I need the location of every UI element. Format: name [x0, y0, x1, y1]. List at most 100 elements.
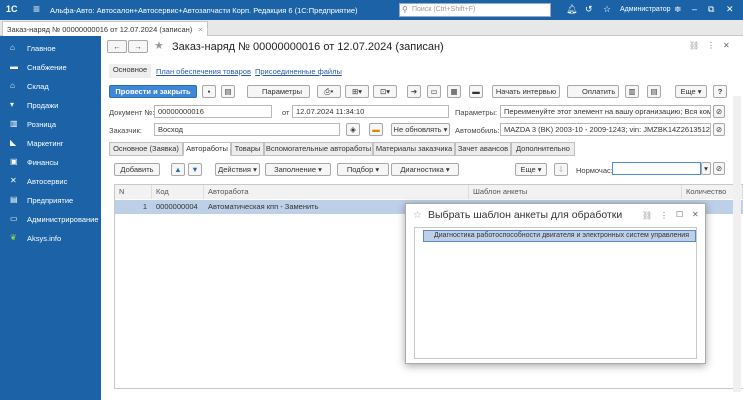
dialog-link-icon[interactable]: ⛓: [642, 211, 652, 220]
more-button[interactable]: Еще ▾: [675, 85, 707, 98]
sidebar-item-enterprise[interactable]: ▤ Предприятие: [0, 193, 101, 207]
pick-button[interactable]: Подбор ▾: [337, 163, 389, 176]
sidebar-item-admin[interactable]: ▭ Администрирование: [0, 212, 101, 226]
norm-hour-link-icon[interactable]: ⊘: [713, 162, 725, 175]
forward-button[interactable]: →: [128, 40, 148, 53]
no-update-label: Не обновлять: [393, 125, 442, 134]
norm-hour-dropdown[interactable]: ▾: [701, 162, 711, 175]
menu-icon[interactable]: ≡: [33, 2, 40, 16]
sidebar-item-sales[interactable]: ▾ Продажи: [0, 98, 101, 112]
post-and-close-button[interactable]: Провести и закрыть: [109, 85, 197, 98]
close-tab-icon[interactable]: ×: [198, 25, 202, 34]
params-field[interactable]: Переименуйте этот элемент на вашу органи…: [500, 105, 711, 118]
card-icon[interactable]: ▬: [469, 85, 483, 98]
actions-button[interactable]: Действия ▾: [215, 163, 260, 176]
tab-advances[interactable]: Зачет авансов: [455, 142, 511, 156]
dialog-close-icon[interactable]: ✕: [692, 210, 699, 219]
open-window-tab-label: Заказ-наряд № 00000000016 от 12.07.2024 …: [7, 25, 193, 34]
restore-icon[interactable]: ⧉: [708, 4, 714, 15]
sidebar-item-marketing[interactable]: ◣ Маркетинг: [0, 136, 101, 150]
grid-more-button[interactable]: Еще ▾: [515, 163, 547, 176]
report-button[interactable]: ⊡▾: [373, 85, 397, 98]
more-icon[interactable]: ⋮: [707, 41, 715, 50]
sidebar-item-label: Автосервис: [27, 177, 68, 186]
table-icon[interactable]: ▦: [447, 85, 461, 98]
diagnostics-button[interactable]: Диагностика ▾: [391, 163, 459, 176]
col-template[interactable]: Шаблон анкеты: [469, 185, 682, 199]
app-logo: 1С: [6, 4, 18, 14]
fill-button[interactable]: Заполнение ▾: [265, 163, 331, 176]
pick-button-label: Подбор: [346, 165, 374, 174]
dialog-maximize-icon[interactable]: ☐: [676, 210, 683, 219]
minimize-icon[interactable]: –: [692, 4, 697, 14]
norm-hour-field[interactable]: [612, 162, 701, 175]
store-icon: ▥: [10, 119, 18, 128]
dialog-more-icon[interactable]: ⋮: [660, 211, 668, 220]
tab-additional[interactable]: Дополнительно: [511, 142, 575, 156]
subtab-main[interactable]: Основное: [109, 64, 151, 78]
date-field[interactable]: 12.07.2024 11:34:10: [292, 105, 449, 118]
arrow-right-icon[interactable]: ➔: [407, 85, 421, 98]
no-update-button[interactable]: Не обновлять ▾: [391, 123, 450, 136]
grid-extra-icon[interactable]: ⇩: [554, 163, 568, 176]
col-autowork[interactable]: Авторабота: [204, 185, 469, 199]
settings-icon[interactable]: ≑: [674, 4, 682, 15]
params-link-icon[interactable]: ⊘: [713, 105, 725, 118]
tab-goods[interactable]: Товары: [231, 142, 264, 156]
params-button[interactable]: Параметры: [247, 85, 310, 98]
post-icon[interactable]: ▤: [221, 85, 235, 98]
move-up-icon[interactable]: ▲: [171, 163, 185, 176]
start-interview-button[interactable]: Начать интервью: [492, 85, 560, 98]
car-link-icon[interactable]: ⊘: [713, 123, 725, 136]
dialog-star-icon[interactable]: ☆: [413, 210, 422, 221]
sidebar-item-main[interactable]: ⌂ Главное: [0, 41, 101, 55]
create-based-button[interactable]: ⊞▾: [345, 85, 369, 98]
subtab-supply-plan[interactable]: План обеспечения товаров: [156, 67, 251, 76]
save-icon[interactable]: ▪: [202, 85, 216, 98]
close-form-icon[interactable]: ✕: [723, 41, 730, 50]
list-item[interactable]: Диагностика работоспособности двигателя …: [423, 230, 696, 242]
params-label: Параметры:: [455, 108, 498, 117]
star-icon[interactable]: ☆: [603, 4, 611, 15]
doc-icon[interactable]: ▭: [427, 85, 441, 98]
close-icon[interactable]: ✕: [726, 4, 734, 15]
col-n[interactable]: N: [115, 185, 152, 199]
back-button[interactable]: ←: [107, 40, 127, 53]
customer-field[interactable]: Восход: [154, 123, 340, 136]
sidebar-item-aksys[interactable]: ❦ Aksys.info: [0, 231, 101, 245]
col-code[interactable]: Код: [152, 185, 204, 199]
add-button[interactable]: Добавить: [114, 163, 160, 176]
history-icon[interactable]: ↺: [585, 4, 593, 15]
car-field[interactable]: MAZDA 3 (BK) 2003-10 - 2009-1243; vin: J…: [500, 123, 711, 136]
actions-button-label: Действия: [218, 165, 251, 174]
customer-card-icon[interactable]: ◈: [346, 123, 360, 136]
sidebar-item-label: Главное: [27, 44, 56, 53]
open-window-tab[interactable]: Заказ-наряд № 00000000016 от 12.07.2024 …: [2, 21, 208, 36]
list-icon[interactable]: ▤: [647, 85, 661, 98]
sidebar-item-finance[interactable]: ▣ Финансы: [0, 155, 101, 169]
form-scrollbar[interactable]: [733, 96, 741, 392]
link-icon[interactable]: ⛓: [689, 41, 699, 50]
move-down-icon[interactable]: ▼: [188, 163, 202, 176]
tab-aux-autoworks[interactable]: Вспомогательные автоработы: [264, 142, 373, 156]
tab-autoworks[interactable]: Автоработы: [183, 142, 231, 156]
sidebar-item-warehouse[interactable]: ⌂ Склад: [0, 79, 101, 93]
report-icon[interactable]: ▥: [625, 85, 639, 98]
sidebar-item-label: Маркетинг: [27, 139, 64, 148]
bell-icon[interactable]: 🔔︎: [566, 4, 577, 15]
tab-main-request[interactable]: Основное (Заявка): [109, 142, 183, 156]
sidebar-item-autoservice[interactable]: ✕ Автосервис: [0, 174, 101, 188]
pay-button[interactable]: Оплатить: [567, 85, 619, 98]
tab-customer-materials[interactable]: Материалы заказчика: [373, 142, 455, 156]
sidebar-item-label: Розница: [27, 120, 56, 129]
print-button[interactable]: ⎙▾: [317, 85, 341, 98]
favorite-star-icon[interactable]: ★: [154, 39, 164, 52]
sidebar-item-retail[interactable]: ▥ Розница: [0, 117, 101, 131]
user-name[interactable]: Администратор: [620, 6, 671, 13]
customer-folder-icon[interactable]: ▬: [369, 123, 383, 136]
sidebar-item-supply[interactable]: ▬ Снабжение: [0, 60, 101, 74]
subtab-attached-files[interactable]: Присоединенные файлы: [255, 67, 342, 76]
global-search-input[interactable]: ⚲ Поиск (Ctrl+Shift+F): [399, 3, 551, 17]
doc-number-field[interactable]: 00000000016: [154, 105, 272, 118]
help-button[interactable]: ?: [713, 85, 727, 98]
